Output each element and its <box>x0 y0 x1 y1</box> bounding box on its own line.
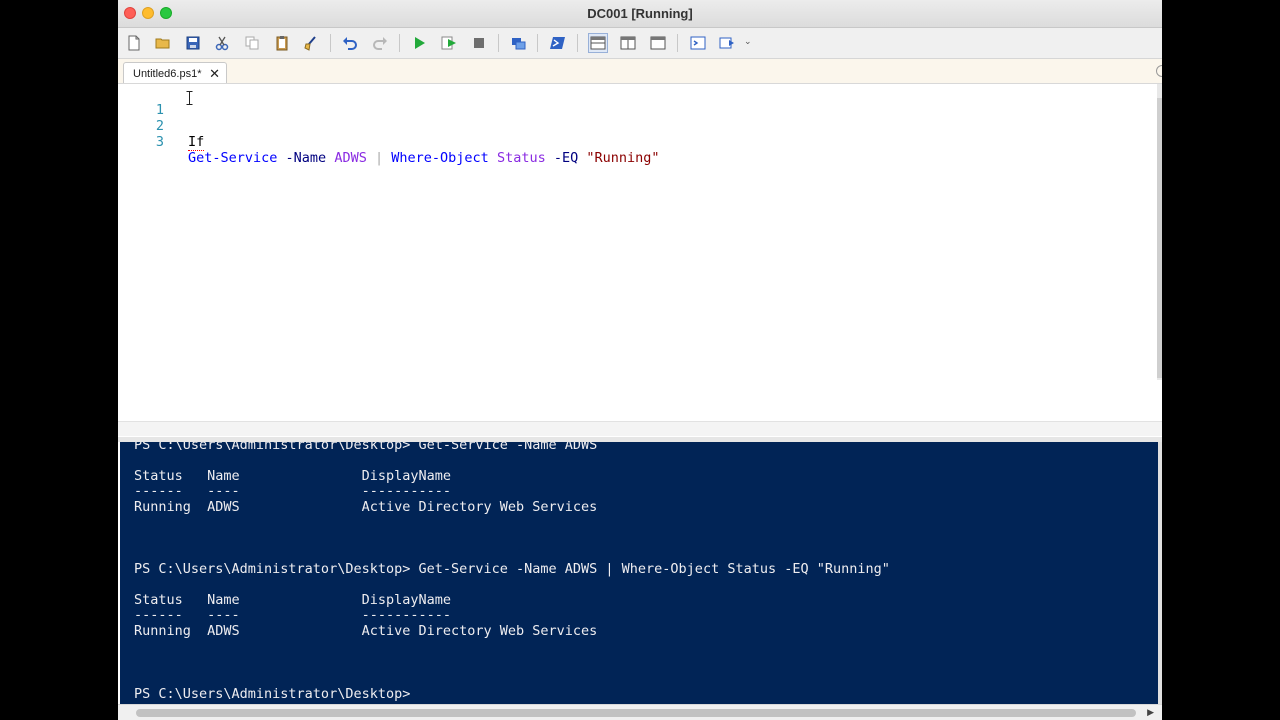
console-line: Status Name DisplayName <box>134 592 451 608</box>
editor-vertical-scroll-thumb[interactable] <box>1157 98 1162 378</box>
token-command: Get-Service <box>188 150 278 166</box>
editor-horizontal-scrollbar[interactable] <box>118 421 1162 436</box>
ise-window: DC001 [Running] ⌄ Untitled6.ps1* ✕ 1 2 I… <box>118 0 1162 720</box>
code-text: If <box>188 134 205 151</box>
redo-icon[interactable] <box>370 33 390 53</box>
open-folder-icon[interactable] <box>153 33 173 53</box>
console-line: Running ADWS Active Directory Web Servic… <box>134 499 598 515</box>
clipboard-icon[interactable] <box>272 33 292 53</box>
remote-icon[interactable] <box>508 33 528 53</box>
undo-icon[interactable] <box>340 33 360 53</box>
powershell-icon[interactable] <box>548 33 568 53</box>
token-parameter: -Name <box>285 150 327 166</box>
console-prompt: PS C:\Users\Administrator\Desktop> <box>134 686 411 702</box>
tab-label: Untitled6.ps1* <box>133 68 202 80</box>
layout-right-icon[interactable] <box>618 33 638 53</box>
code-line-3: 3 Get-Service -Name ADWS | Where-Object … <box>118 118 660 166</box>
console-horizontal-scrollbar[interactable]: ▶ <box>118 704 1162 720</box>
new-file-icon[interactable] <box>124 33 144 53</box>
save-icon[interactable] <box>183 33 203 53</box>
broom-icon[interactable] <box>301 33 321 53</box>
token-string: "Running" <box>586 150 660 166</box>
stop-icon[interactable] <box>469 33 489 53</box>
run-selection-icon[interactable] <box>439 33 459 53</box>
token-argument: ADWS <box>334 150 367 166</box>
tab-untitled6[interactable]: Untitled6.ps1* ✕ <box>123 62 227 83</box>
console-horizontal-scroll-thumb[interactable] <box>136 709 1136 717</box>
window-title: DC001 [Running] <box>587 6 693 21</box>
i-beam-cursor-icon <box>186 91 193 105</box>
console-line: ------ ---- ----------- <box>134 483 451 499</box>
console-line: PS C:\Users\Administrator\Desktop> Get-S… <box>134 561 890 577</box>
console-vertical-scrollbar[interactable] <box>1158 442 1162 704</box>
console-line: Status Name DisplayName <box>134 468 451 484</box>
toolbar-overflow-icon[interactable]: ⌄ <box>744 36 752 47</box>
toolbar: ⌄ <box>118 28 1162 59</box>
line-number: 3 <box>155 134 164 150</box>
title-bar[interactable]: DC001 [Running] <box>118 0 1162 28</box>
layout-max-icon[interactable] <box>648 33 668 53</box>
script-editor[interactable]: 1 2 If 3 Get-Service -Name ADWS | Where-… <box>118 84 1162 436</box>
copy-icon[interactable] <box>242 33 262 53</box>
code-line-1: 1 <box>118 86 167 118</box>
code-text: Get-Service -Name ADWS | Where-Object St… <box>188 150 660 166</box>
command-window-icon[interactable] <box>688 33 708 53</box>
addon-icon[interactable] <box>717 33 737 53</box>
scissors-icon[interactable] <box>212 33 232 53</box>
console-pane[interactable]: PS C:\Users\Administrator\Desktop> Get-S… <box>120 442 1158 704</box>
layout-top-icon[interactable] <box>588 33 608 53</box>
code-line-2: 2 If <box>118 102 205 151</box>
scroll-right-arrow-icon[interactable]: ▶ <box>1147 707 1154 718</box>
console-line: ------ ---- ----------- <box>134 607 451 623</box>
token-argument: Status <box>496 150 546 166</box>
tab-scroll-icon[interactable] <box>1156 65 1162 77</box>
console-line: PS C:\Users\Administrator\Desktop> Get-S… <box>134 442 598 453</box>
play-icon[interactable] <box>409 33 429 53</box>
token-parameter: -EQ <box>553 150 579 166</box>
token-command: Where-Object <box>391 150 489 166</box>
console-line: Running ADWS Active Directory Web Servic… <box>134 623 598 639</box>
tab-close-icon[interactable]: ✕ <box>209 66 220 82</box>
script-tabstrip: Untitled6.ps1* ✕ <box>118 59 1162 84</box>
token-operator: | <box>374 150 384 166</box>
